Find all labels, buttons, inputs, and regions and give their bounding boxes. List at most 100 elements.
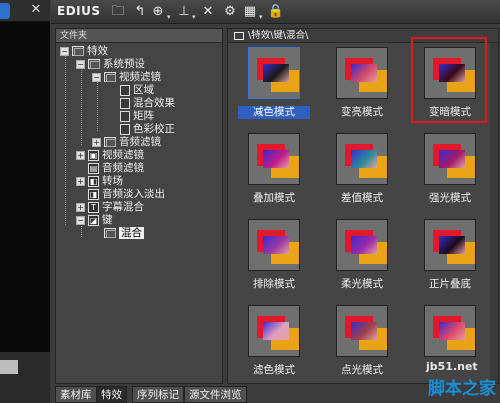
- blend-mode-tile[interactable]: 排除模式: [238, 219, 310, 295]
- tree-item-blend[interactable]: 混合: [104, 227, 144, 240]
- blend-thumbnail: [248, 47, 300, 99]
- blend-mode-label: 叠加模式: [253, 192, 295, 204]
- new-folder-icon[interactable]: ⊕: [149, 3, 167, 21]
- blend-mode-tile[interactable]: 柔光模式: [326, 219, 398, 295]
- folder-icon: [72, 46, 84, 56]
- watermark-domain: jb51.net: [426, 360, 478, 373]
- blend-mode-label: 正片叠底: [429, 278, 471, 290]
- tree-item-video-filters-root[interactable]: + ▣ 视频滤镜: [76, 149, 144, 162]
- toolbar: EDIUS 🗀 ↰ ⊕ ▾ ⊥ ▾ ✕ ⚙ ▦ ▾ 🔒: [51, 0, 500, 24]
- properties-icon[interactable]: ⚙: [221, 3, 239, 21]
- tree-item-audio-filters-preset[interactable]: + 音频滤镜: [92, 136, 161, 149]
- view-icon[interactable]: ▦: [241, 3, 259, 21]
- blend-mode-tile[interactable]: 正片叠底: [414, 219, 486, 295]
- tree-item-audio-filters[interactable]: ▤ 音频滤镜: [76, 162, 144, 175]
- preview-mode-button[interactable]: [0, 3, 10, 19]
- blend-mode-label: 柔光模式: [341, 278, 383, 290]
- preview-screen: [0, 22, 50, 352]
- tree-item-region[interactable]: 区域: [120, 84, 154, 97]
- app-title: EDIUS: [57, 4, 101, 18]
- tree-item-blend-effect[interactable]: 混合效果: [120, 97, 175, 110]
- preview-panel: ✕: [0, 0, 50, 403]
- blend-mode-label: 差值模式: [341, 192, 383, 204]
- collapse-icon[interactable]: −: [60, 46, 69, 56]
- blend-thumbnail: [336, 305, 388, 357]
- folder-icon: [234, 31, 244, 40]
- tab-source-browser[interactable]: 源文件浏览: [184, 386, 247, 403]
- blend-thumbnail: [424, 133, 476, 185]
- add-effect-icon[interactable]: ⊥: [175, 3, 193, 21]
- blend-mode-tile[interactable]: 差值模式: [326, 133, 398, 209]
- preview-controls: [0, 352, 50, 403]
- tree-item-title-mixers[interactable]: + T 字幕混合: [76, 201, 144, 214]
- watermark-site-name: 脚本之家: [428, 379, 496, 399]
- vertical-scrollbar[interactable]: [490, 43, 498, 383]
- blend-thumbnail: [248, 305, 300, 357]
- preview-titlebar: ✕: [0, 0, 50, 22]
- audio-filter-icon: ▤: [88, 162, 99, 174]
- folder-icon: [104, 137, 116, 147]
- tree-item-video-filters[interactable]: − 视频滤镜: [92, 71, 161, 84]
- tab-sequence-markers[interactable]: 序列标记: [132, 386, 184, 403]
- blend-mode-label: 减色模式: [238, 106, 310, 119]
- effects-content-panel: \特效\键\混合\ 减色模式 变亮模式 变暗模式 叠加模式 差值模式 强光模式 排除模式 柔光…: [227, 28, 499, 384]
- tree-item-color-correction[interactable]: 色彩校正: [120, 123, 175, 136]
- tree-item-audio-fades[interactable]: ◨ 音频淡入淡出: [76, 188, 165, 201]
- chevron-down-icon[interactable]: ▾: [167, 13, 171, 21]
- collapse-icon[interactable]: −: [92, 72, 101, 82]
- blend-mode-tile[interactable]: 点光模式: [326, 305, 398, 381]
- preset-icon: [120, 123, 130, 135]
- folder-icon: [88, 59, 100, 69]
- collapse-icon[interactable]: −: [76, 59, 85, 69]
- chevron-down-icon[interactable]: ▾: [192, 13, 196, 21]
- tab-effects[interactable]: 特效: [96, 386, 127, 403]
- audio-fade-icon: ◨: [88, 188, 99, 200]
- tree-header: 文件夹: [56, 29, 222, 43]
- blend-thumbnail: [336, 47, 388, 99]
- watermark: jb51.net 脚本之家: [426, 360, 500, 403]
- tab-bin[interactable]: 素材库: [55, 386, 97, 403]
- lock-icon[interactable]: 🔒: [267, 3, 285, 21]
- tree-item-transitions[interactable]: + ◧ 转场: [76, 175, 123, 188]
- blend-mode-tile[interactable]: 滤色模式: [238, 305, 310, 381]
- blend-thumbnail: [336, 219, 388, 271]
- close-icon[interactable]: ✕: [28, 2, 44, 18]
- blend-thumbnail: [336, 133, 388, 185]
- blend-mode-tile[interactable]: 强光模式: [414, 133, 486, 209]
- up-folder-icon[interactable]: ↰: [131, 3, 149, 21]
- folder-icon: [104, 72, 116, 82]
- tree-item-system-presets[interactable]: − 系统预设: [76, 58, 145, 71]
- blend-thumbnail: [248, 219, 300, 271]
- chevron-down-icon[interactable]: ▾: [259, 13, 263, 21]
- folder-tree-panel: 文件夹 − 特效 − 系统预设 − 视频滤镜 区域 混合效果 矩阵 色彩校正 + 音频滤…: [55, 28, 223, 384]
- collapse-icon[interactable]: −: [76, 215, 85, 225]
- blend-thumbnail: [424, 305, 476, 357]
- tree-item-effects[interactable]: − 特效: [60, 45, 108, 58]
- blend-mode-label: 滤色模式: [253, 364, 295, 376]
- blend-thumbnail: [248, 133, 300, 185]
- transition-icon: ◧: [88, 175, 99, 187]
- highlight-annotation-box: [411, 37, 487, 123]
- expand-icon[interactable]: +: [76, 150, 85, 160]
- title-mixer-icon: T: [88, 201, 99, 213]
- video-filter-icon: ▣: [88, 149, 99, 161]
- preset-icon: [120, 97, 130, 109]
- expand-icon[interactable]: +: [76, 202, 85, 212]
- blend-mode-label: 点光模式: [341, 364, 383, 376]
- delete-icon[interactable]: ✕: [199, 3, 217, 21]
- keyer-icon: ◪: [88, 214, 99, 226]
- folder-icon: [104, 228, 116, 238]
- blend-mode-tile[interactable]: 减色模式: [238, 47, 310, 123]
- effects-window: EDIUS 🗀 ↰ ⊕ ▾ ⊥ ▾ ✕ ⚙ ▦ ▾ 🔒 文件夹 − 特效 − 系统预…: [51, 0, 500, 403]
- blend-mode-label: 排除模式: [253, 278, 295, 290]
- preview-slider[interactable]: [0, 360, 18, 374]
- blend-mode-tile[interactable]: 叠加模式: [238, 133, 310, 209]
- expand-icon[interactable]: +: [76, 176, 85, 186]
- folder-icon[interactable]: 🗀: [109, 3, 127, 21]
- blend-thumbnail: [424, 219, 476, 271]
- expand-icon[interactable]: +: [92, 137, 101, 147]
- blend-mode-tile[interactable]: 变亮模式: [326, 47, 398, 123]
- tree-item-matrix[interactable]: 矩阵: [120, 110, 154, 123]
- tree-item-keyers[interactable]: − ◪ 键: [76, 214, 113, 227]
- blend-mode-label: 变亮模式: [341, 106, 383, 118]
